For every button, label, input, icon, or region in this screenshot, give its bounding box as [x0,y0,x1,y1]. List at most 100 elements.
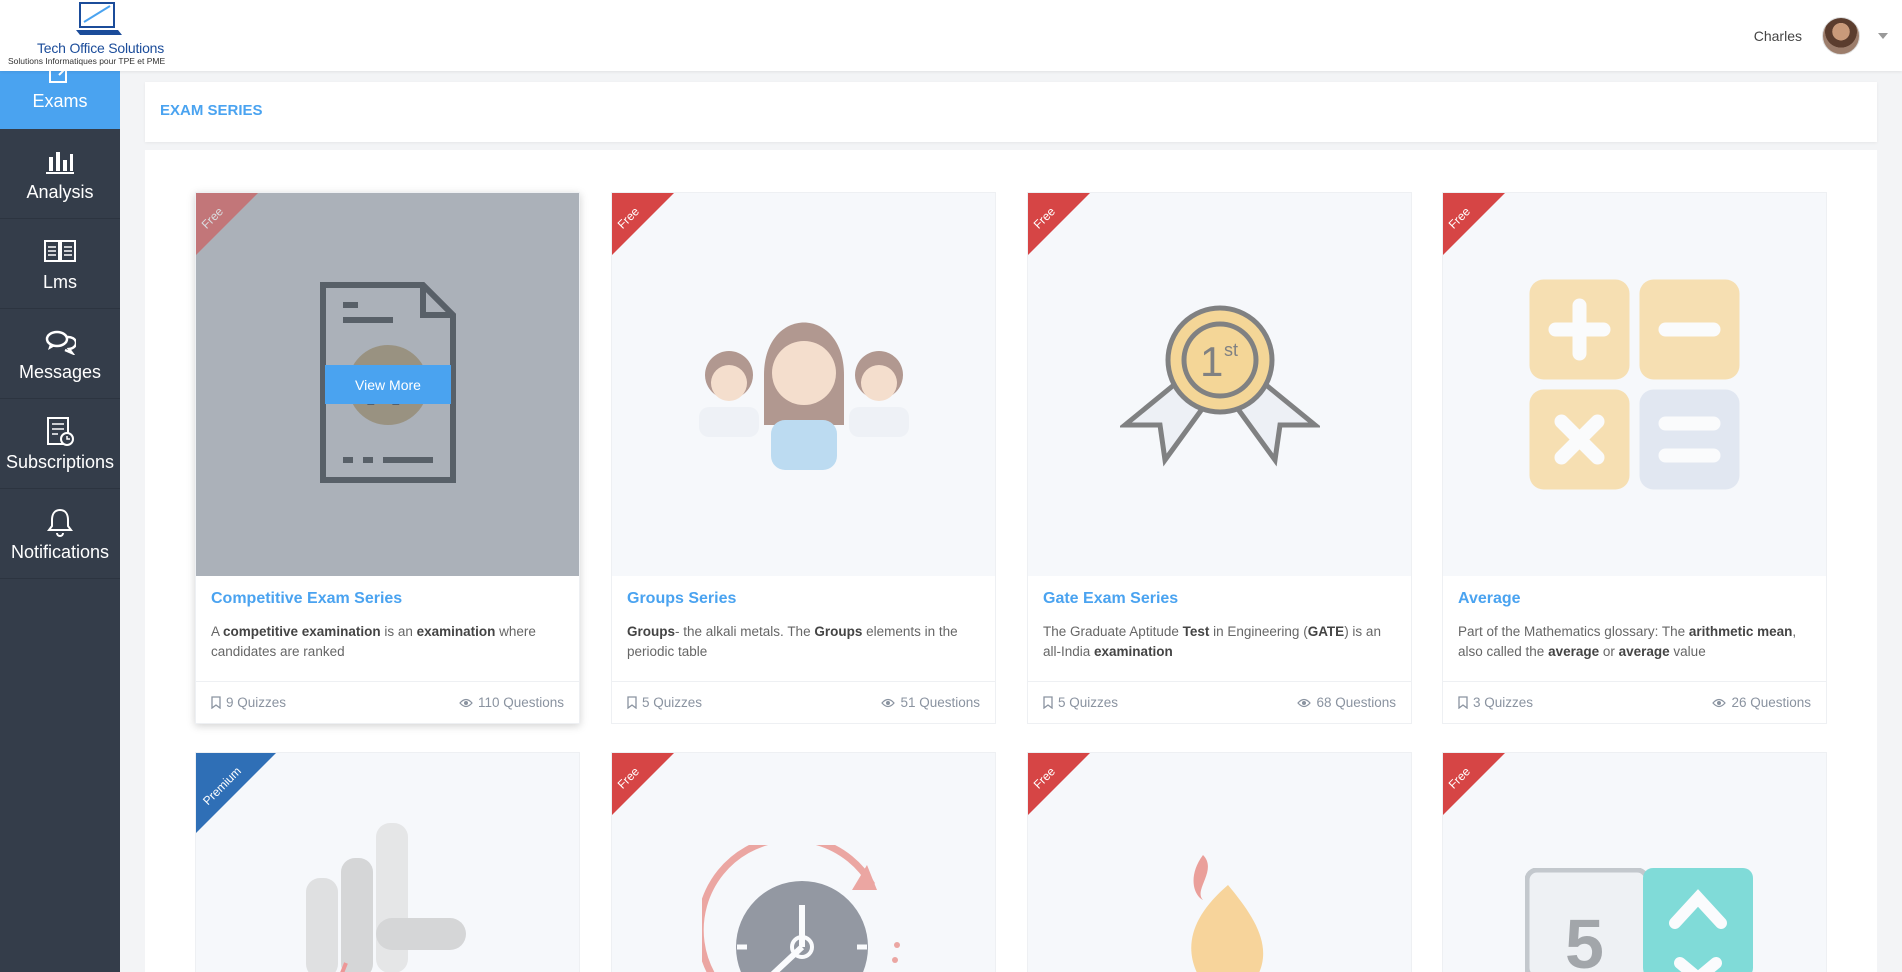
badge-label: Free [614,204,643,232]
desc-text: - the alkali metals. The [675,624,815,639]
question-count: 51 Questions [881,695,980,710]
card-thumbnail[interactable]: Free [1443,193,1826,576]
eye-icon [459,698,473,707]
quiz-count: 5 Quizzes [1043,695,1118,710]
eye-icon [1297,698,1312,707]
bell-icon [43,506,77,538]
sidebar-item-messages[interactable]: Messages [0,309,120,399]
brand-logo[interactable]: Tech Office Solutions Solutions Informat… [6,0,196,70]
card-title[interactable]: Average [1458,590,1811,608]
desc-text: in Engineering ( [1209,624,1308,639]
card-meta: 9 Quizzes 110 Questions [196,681,579,723]
sidebar-item-notifications[interactable]: Notifications [0,489,120,579]
card-meta: 5 Quizzes 51 Questions [612,681,995,723]
card-info: Average Part of the Mathematics glossary… [1443,576,1826,681]
card-description: A competitive examination is an examinat… [211,622,564,666]
free-badge: Free [1028,753,1090,815]
card-title[interactable]: Competitive Exam Series [211,590,564,608]
sidebar-item-label: Exams [32,91,88,111]
free-badge: Free [1443,753,1505,815]
free-badge: Free [612,193,674,255]
card-description: Groups- the alkali metals. The Groups el… [627,622,980,666]
quiz-count: 9 Quizzes [211,695,286,710]
card-thumbnail[interactable]: A+ Free View More [196,193,579,576]
card-thumbnail[interactable]: Free [612,753,995,972]
bookmark-icon [1043,696,1053,709]
desc-text: value [1669,644,1706,659]
avatar[interactable] [1822,16,1860,55]
card-info: Competitive Exam Series A competitive ex… [196,576,579,681]
user-menu[interactable]: Charles [1754,0,1902,71]
exam-series-card[interactable]: 5 Free [1442,752,1827,972]
flame-icon [1191,855,1264,972]
desc-text: is an [380,624,417,639]
question-count: 26 Questions [1712,695,1811,710]
quiz-count-label: 9 Quizzes [226,695,287,710]
sidebar-item-label: Messages [18,361,102,382]
quiz-count-label: 5 Quizzes [1058,695,1119,710]
bar-chart-icon [43,146,77,178]
view-more-button[interactable]: View More [325,365,451,404]
sidebar: Exams Analysis Lms Messages Subscription… [0,71,120,972]
desc-text: A [211,624,224,639]
exam-series-card[interactable]: A+ Free View More Competitive Exam Serie… [195,192,580,724]
bookmark-icon [211,696,221,709]
sidebar-item-exams[interactable]: Exams [0,71,120,129]
number-scroll-icon: 5 [1525,868,1753,972]
premium-badge: Premium [196,753,276,833]
clock-refresh-icon [702,845,900,972]
eye-icon [1712,698,1727,707]
desc-bold: Groups [627,624,676,639]
desc-bold: average [1548,644,1600,659]
exam-series-card[interactable]: Free Average Part of the Mathematics glo… [1442,192,1827,724]
people-group-icon [698,322,909,470]
chat-icon [43,326,77,358]
desc-bold: arithmetic mean [1688,624,1793,639]
chevron-down-icon[interactable] [1878,32,1888,39]
page-header: EXAM SERIES [145,82,1877,142]
exam-series-card[interactable]: Free [611,752,996,972]
card-thumbnail[interactable]: Free [1028,753,1411,972]
desc-bold: Test [1182,624,1210,639]
exam-series-card[interactable]: Free [1027,752,1412,972]
card-description: Part of the Mathematics glossary: The ar… [1458,622,1811,666]
quiz-count: 5 Quizzes [627,695,702,710]
card-info: Gate Exam Series The Graduate Aptitude T… [1028,576,1411,681]
sidebar-item-label: Notifications [10,541,110,562]
quiz-count-label: 3 Quizzes [1473,695,1534,710]
card-title[interactable]: Gate Exam Series [1043,590,1396,608]
badge-label: Free [1445,204,1474,232]
card-thumbnail[interactable]: 5 Free [1443,753,1826,972]
card-info: Groups Series Groups- the alkali metals.… [612,576,995,681]
quiz-count: 3 Quizzes [1458,695,1533,710]
exam-series-card[interactable]: 1 st Free Gate Exam Series The Graduate … [1027,192,1412,724]
card-thumbnail[interactable]: Premium [196,753,579,972]
desc-bold: examination [1094,644,1173,659]
svg-text:5: 5 [1565,905,1604,972]
sidebar-item-subscriptions[interactable]: Subscriptions [0,399,120,489]
exam-series-card[interactable]: Premium [195,752,580,972]
question-count-label: 68 Questions [1316,695,1396,710]
laptop-logo-icon [76,2,122,35]
card-thumbnail[interactable]: Free [612,193,995,576]
card-description: The Graduate Aptitude Test in Engineerin… [1043,622,1396,666]
badge-label: Free [1030,764,1059,792]
brand-name: Tech Office Solutions [37,40,165,56]
sidebar-item-analysis[interactable]: Analysis [0,129,120,219]
user-name: Charles [1753,27,1802,44]
bookmark-icon [1458,696,1468,709]
badge-label: Free [1030,204,1059,232]
quiz-count-label: 5 Quizzes [642,695,703,710]
desc-text: The Graduate Aptitude [1043,624,1183,639]
brand-tagline: Solutions Informatiques pour TPE et PME [8,56,166,66]
desc-bold: Groups [814,624,863,639]
card-thumbnail[interactable]: 1 st Free [1028,193,1411,576]
badge-label: Free [198,204,227,232]
card-title[interactable]: Groups Series [627,590,980,608]
svg-text:st: st [1224,340,1238,360]
question-count-label: 110 Questions [477,695,564,710]
desc-bold: competitive examination [223,624,381,639]
exam-series-card[interactable]: Free Groups Series Groups- the alkali me… [611,192,996,724]
sidebar-item-lms[interactable]: Lms [0,219,120,309]
badge-label: Free [614,764,643,792]
